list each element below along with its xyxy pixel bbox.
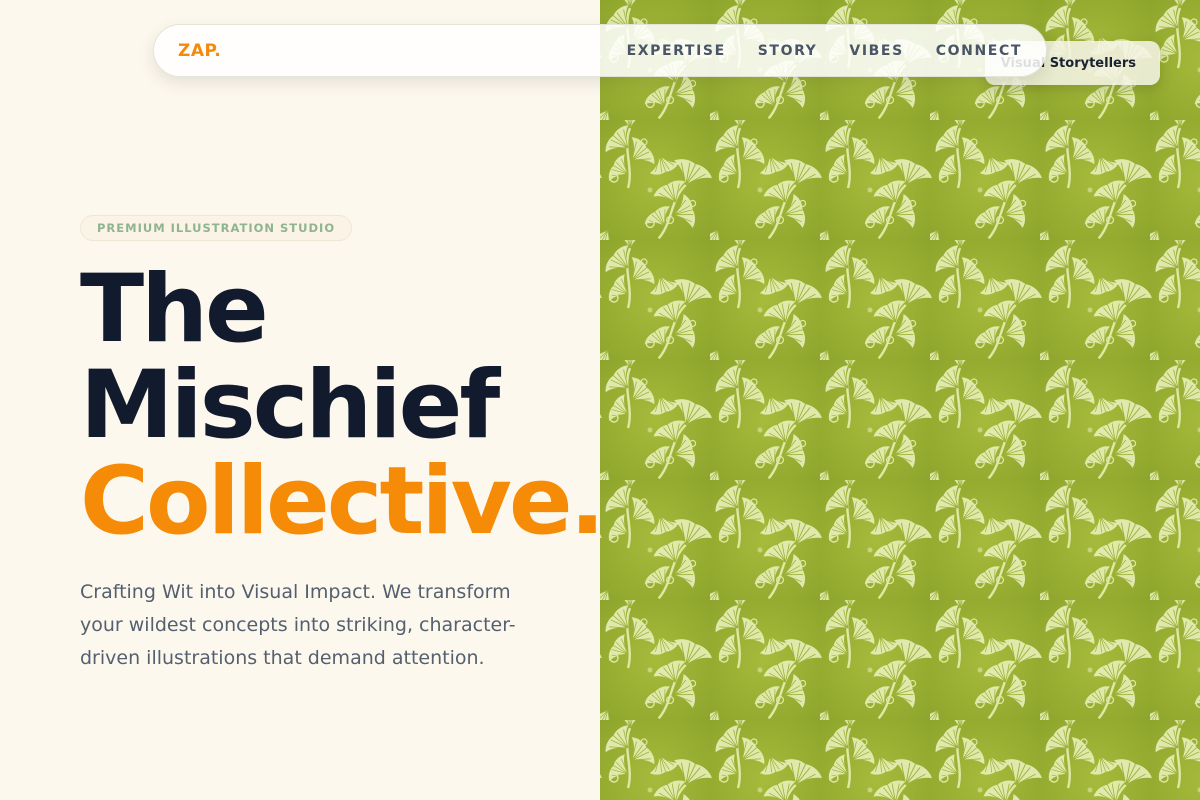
nav-link-connect[interactable]: CONNECT	[936, 43, 1022, 59]
nav-link-vibes[interactable]: VIBES	[849, 43, 903, 59]
headline-line-3-accent: Collective.	[80, 447, 605, 556]
botanical-pattern-image	[600, 0, 1200, 800]
nav-link-expertise[interactable]: EXPERTISE	[627, 43, 726, 59]
top-navbar: ZAP. EXPERTISE STORY VIBES CONNECT	[153, 24, 1047, 77]
hero-description: Crafting Wit into Visual Impact. We tran…	[80, 581, 516, 669]
brand-logo[interactable]: ZAP.	[178, 41, 221, 61]
nav-link-story[interactable]: STORY	[758, 43, 818, 59]
headline-line-1: The	[80, 255, 269, 364]
headline-line-2: Mischief	[80, 351, 500, 460]
eyebrow-pill: PREMIUM ILLUSTRATION STUDIO	[80, 215, 353, 241]
hero-headline: The Mischief Collective.	[80, 255, 605, 556]
nav-links: EXPERTISE STORY VIBES CONNECT	[627, 43, 1022, 59]
